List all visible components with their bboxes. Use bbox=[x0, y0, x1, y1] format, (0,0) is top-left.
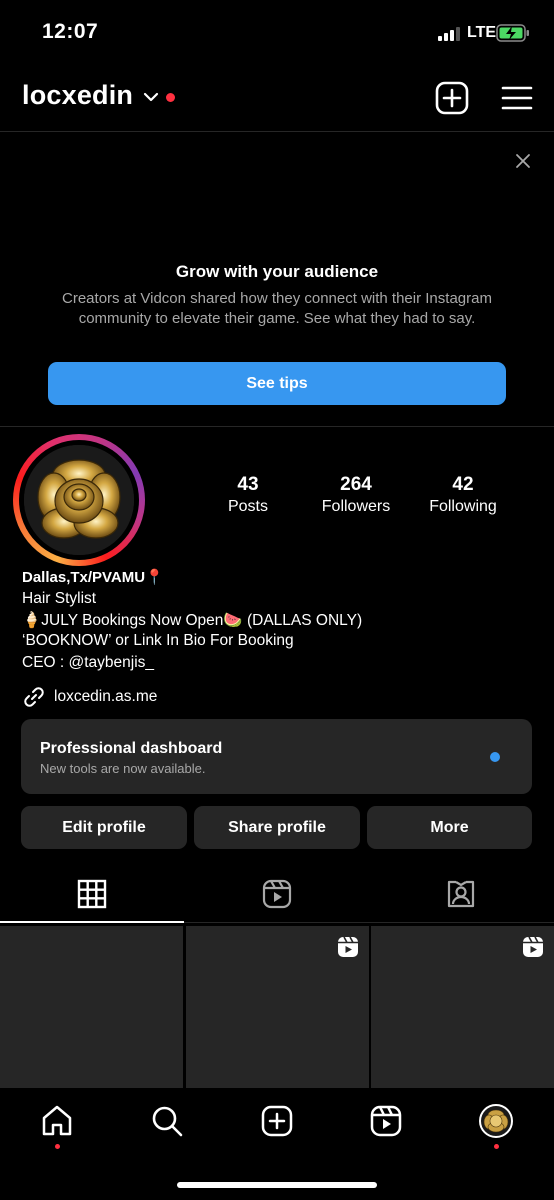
battery-charging-icon bbox=[496, 24, 529, 42]
bio-name: Dallas,Tx/PVAMU📍 bbox=[22, 569, 164, 586]
profile-username-switcher[interactable]: locxedin bbox=[22, 80, 133, 111]
share-profile-button[interactable]: Share profile bbox=[194, 806, 360, 849]
tagged-icon[interactable] bbox=[445, 878, 477, 910]
status-time: 12:07 bbox=[42, 20, 99, 43]
home-notification-dot bbox=[55, 1144, 60, 1149]
home-indicator bbox=[177, 1182, 377, 1188]
chevron-down-icon[interactable] bbox=[143, 91, 159, 103]
active-tab-indicator bbox=[0, 921, 184, 923]
bio-line: CEO : @taybenjis_ bbox=[22, 654, 155, 671]
header-divider bbox=[0, 131, 554, 132]
gold-rose-image bbox=[24, 445, 134, 555]
banner-divider bbox=[0, 426, 554, 427]
banner-title: Grow with your audience bbox=[175, 262, 379, 281]
grid-icon[interactable] bbox=[76, 878, 108, 910]
posts-label: Posts bbox=[227, 498, 268, 515]
dashboard-title: Professional dashboard bbox=[40, 740, 223, 757]
gold-rose-thumbnail bbox=[483, 1109, 509, 1133]
reel-badge-icon bbox=[338, 936, 358, 957]
edit-profile-button[interactable]: Edit profile bbox=[21, 806, 187, 849]
see-tips-button[interactable]: See tips bbox=[48, 362, 506, 405]
bio-line: ‘BOOKNOW’ or Link In Bio For Booking bbox=[22, 632, 294, 649]
reels-icon[interactable] bbox=[369, 1104, 403, 1138]
posts-count: 43 bbox=[237, 474, 259, 495]
following-label: Following bbox=[429, 498, 497, 515]
signal-icon bbox=[438, 27, 460, 41]
following-count: 42 bbox=[452, 474, 474, 495]
bio-line: 🍦JULY Bookings Now Open🍉 (DALLAS ONLY) bbox=[22, 612, 363, 629]
dashboard-subtitle: New tools are now available. bbox=[40, 761, 206, 776]
reels-tab-icon[interactable] bbox=[261, 878, 293, 910]
bio-link[interactable]: loxcedin.as.me bbox=[54, 688, 157, 706]
banner-description: Creators at Vidcon shared how they conne… bbox=[62, 290, 492, 327]
close-icon[interactable] bbox=[514, 152, 532, 170]
post-thumbnail[interactable] bbox=[0, 926, 183, 1088]
network-type: LTE bbox=[467, 24, 497, 41]
notification-dot bbox=[166, 93, 175, 102]
create-post-icon[interactable] bbox=[435, 81, 469, 115]
profile-tab-avatar[interactable] bbox=[479, 1104, 513, 1138]
posts-stat[interactable]: 43 Posts bbox=[208, 474, 288, 516]
home-icon[interactable] bbox=[40, 1104, 74, 1138]
menu-icon[interactable] bbox=[500, 81, 534, 115]
link-icon bbox=[24, 687, 44, 707]
new-post-icon[interactable] bbox=[260, 1104, 294, 1138]
new-indicator-dot bbox=[490, 752, 500, 762]
search-icon[interactable] bbox=[150, 1104, 184, 1138]
profile-notification-dot bbox=[494, 1144, 499, 1149]
followers-label: Followers bbox=[321, 498, 391, 515]
followers-count: 264 bbox=[340, 474, 372, 495]
following-stat[interactable]: 42 Following bbox=[418, 474, 508, 516]
more-button[interactable]: More bbox=[367, 806, 532, 849]
profile-avatar[interactable] bbox=[24, 445, 134, 555]
reel-badge-icon bbox=[523, 936, 543, 957]
bio-line: Hair Stylist bbox=[22, 590, 97, 607]
followers-stat[interactable]: 264 Followers bbox=[308, 474, 404, 516]
